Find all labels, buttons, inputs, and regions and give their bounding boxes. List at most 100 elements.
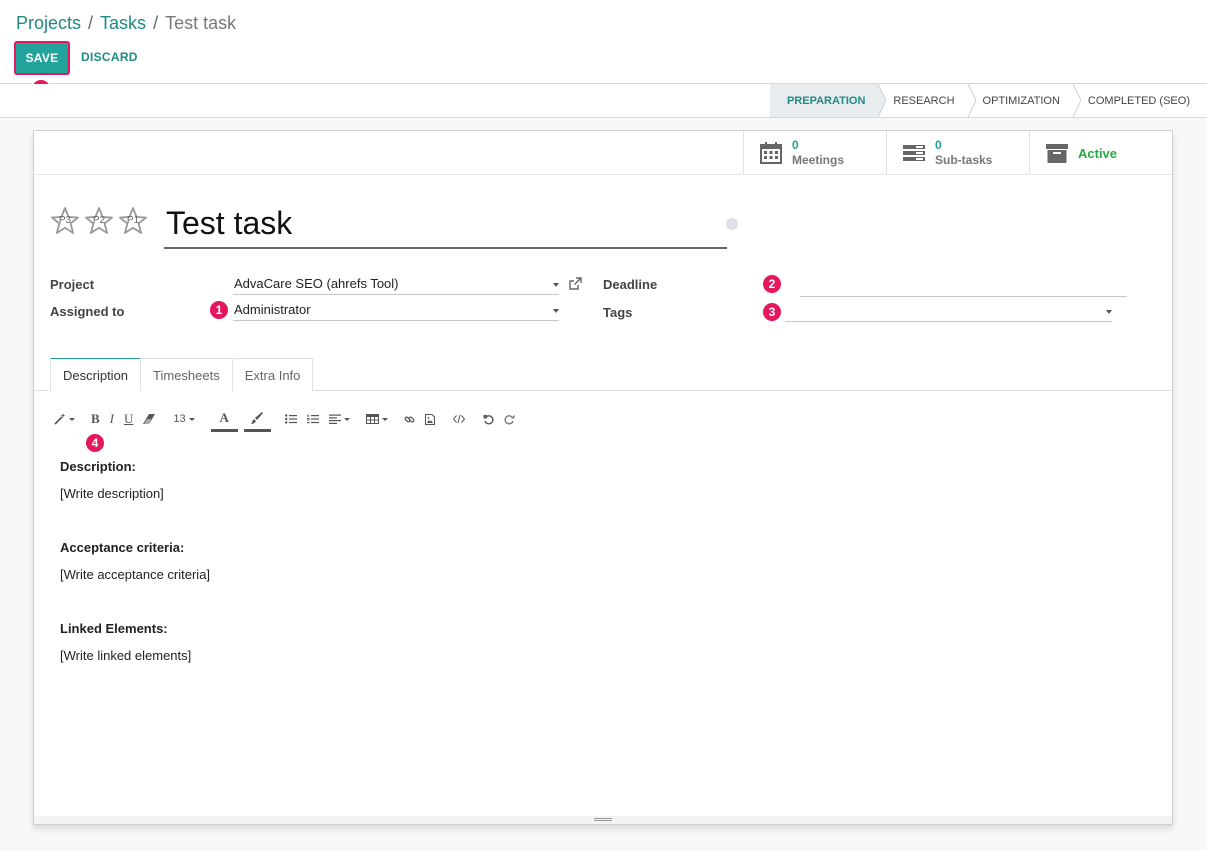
paragraph-align-dropdown[interactable] xyxy=(328,409,350,429)
control-panel: Projects/Tasks/Test task SAVE DISCARD 5 xyxy=(0,0,1207,99)
font-color-button[interactable]: A xyxy=(210,406,238,432)
assigned-to-label: Assigned to xyxy=(50,304,125,319)
redo-icon xyxy=(504,414,515,425)
stage-label: RESEARCH xyxy=(893,94,955,107)
notebook-tabs: Description Timesheets Extra Info xyxy=(50,358,314,391)
italic-button[interactable]: I xyxy=(110,409,114,429)
editor-resize-handle[interactable] xyxy=(34,816,1172,824)
insert-link-button[interactable] xyxy=(404,409,415,429)
active-toggle-button[interactable]: Active xyxy=(1029,131,1172,175)
meetings-smart-button[interactable]: 0 Meetings xyxy=(743,131,886,175)
align-left-icon xyxy=(328,414,341,424)
priority-star-p3[interactable]: P3 xyxy=(50,206,80,236)
stage-label: PREPARATION xyxy=(786,94,866,107)
font-size-dropdown[interactable]: 13 xyxy=(173,409,195,429)
stage-optimization[interactable]: OPTIMIZATION xyxy=(968,84,1081,117)
project-select[interactable]: AdvaCare SEO (ahrefs Tool) xyxy=(233,275,559,295)
task-title-input[interactable]: Test task xyxy=(164,201,727,249)
save-button[interactable]: SAVE xyxy=(14,41,70,75)
tags-select[interactable] xyxy=(785,302,1112,322)
priority-star-p1[interactable]: P1 xyxy=(118,206,148,236)
eraser-icon xyxy=(143,414,156,424)
project-label: Project xyxy=(50,277,95,292)
font-size-value: 13 xyxy=(173,413,186,425)
status-bar: PREPARATION RESEARCH OPTIMIZATION COMPLE… xyxy=(0,84,1207,118)
chevron-down-icon xyxy=(343,417,350,421)
archive-icon xyxy=(1046,144,1068,163)
tags-label: Tags xyxy=(603,305,633,320)
priority-label: P1 xyxy=(126,215,140,226)
chevron-down-icon xyxy=(69,417,75,421)
editor-paragraph-description: [Write description] xyxy=(60,486,164,501)
step-badge-2: 2 xyxy=(762,274,782,294)
priority-widget: P3 P2 P1 xyxy=(50,206,152,236)
tab-timesheets[interactable]: Timesheets xyxy=(140,358,233,391)
code-icon xyxy=(452,415,465,423)
redo-button[interactable] xyxy=(504,409,515,429)
insert-image-button[interactable] xyxy=(424,409,435,429)
stage-completed-seo[interactable]: COMPLETED (SEO) xyxy=(1073,84,1195,117)
image-file-icon xyxy=(424,413,435,425)
discard-button[interactable]: DISCARD xyxy=(81,50,138,64)
stage-arrow-icon xyxy=(1072,84,1081,117)
chevron-down-icon xyxy=(1106,310,1112,314)
highlight-color-button[interactable] xyxy=(243,406,271,432)
editor-paragraph-linked: [Write linked elements] xyxy=(60,648,192,663)
list-ul-icon xyxy=(284,414,297,424)
grip-lines-icon xyxy=(594,818,612,819)
code-view-button[interactable] xyxy=(452,409,465,429)
meetings-label: Meetings xyxy=(792,153,845,167)
meetings-count: 0 xyxy=(792,138,799,152)
breadcrumb-tasks-link[interactable]: Tasks xyxy=(100,13,146,33)
stage-preparation[interactable]: PREPARATION xyxy=(769,84,887,117)
calendar-icon xyxy=(760,142,782,164)
stage-research[interactable]: RESEARCH xyxy=(878,84,976,117)
undo-icon xyxy=(483,414,494,425)
unordered-list-button[interactable] xyxy=(284,409,297,429)
external-link-icon[interactable] xyxy=(568,277,582,291)
chevron-down-icon xyxy=(553,309,559,313)
divider xyxy=(34,174,1172,175)
tasks-icon xyxy=(903,145,925,161)
breadcrumb-current: Test task xyxy=(165,13,237,33)
assigned-to-value: Administrator xyxy=(234,302,311,317)
assigned-to-select[interactable]: Administrator xyxy=(233,301,559,321)
style-dropdown[interactable] xyxy=(54,409,75,429)
step-badge-1: 1 xyxy=(209,300,229,320)
breadcrumb-separator: / xyxy=(88,13,94,33)
chevron-down-icon xyxy=(553,283,559,287)
stage-arrow-icon xyxy=(878,84,887,117)
tab-extra-info[interactable]: Extra Info xyxy=(231,358,314,391)
active-status-label: Active xyxy=(1078,145,1118,161)
priority-label: P3 xyxy=(58,215,72,226)
table-dropdown[interactable] xyxy=(365,409,388,429)
chevron-down-icon xyxy=(381,417,388,421)
step-badge-4: 4 xyxy=(85,433,105,453)
link-icon xyxy=(404,415,415,423)
kanban-state-indicator[interactable] xyxy=(726,218,738,230)
bold-button[interactable]: B xyxy=(91,409,100,429)
step-badge-3: 3 xyxy=(762,302,782,322)
deadline-label: Deadline xyxy=(603,277,658,292)
magic-wand-icon xyxy=(54,413,66,425)
subtasks-label: Sub-tasks xyxy=(935,153,993,167)
paintbrush-icon xyxy=(251,411,264,424)
tab-description[interactable]: Description xyxy=(50,358,142,391)
stage-label: OPTIMIZATION xyxy=(982,94,1060,107)
editor-heading-acceptance: Acceptance criteria: xyxy=(60,540,185,555)
deadline-input[interactable] xyxy=(800,277,1127,297)
undo-button[interactable] xyxy=(483,409,494,429)
editor-heading-description: Description: xyxy=(60,459,136,474)
breadcrumb-projects-link[interactable]: Projects xyxy=(16,13,81,33)
priority-star-p2[interactable]: P2 xyxy=(84,206,114,236)
underline-button[interactable]: U xyxy=(124,409,133,429)
table-icon xyxy=(365,414,379,424)
ordered-list-button[interactable] xyxy=(306,409,319,429)
breadcrumb: Projects / Tasks / Test task xyxy=(16,11,236,35)
project-value: AdvaCare SEO (ahrefs Tool) xyxy=(234,276,399,291)
form-sheet: 0 Meetings 0 Sub-tasks Active P3 P2 P1 T… xyxy=(33,130,1173,825)
breadcrumb-separator: / xyxy=(153,13,159,33)
clear-format-button[interactable] xyxy=(143,409,156,429)
editor-paragraph-acceptance: [Write acceptance criteria] xyxy=(60,567,211,582)
subtasks-smart-button[interactable]: 0 Sub-tasks xyxy=(886,131,1029,175)
